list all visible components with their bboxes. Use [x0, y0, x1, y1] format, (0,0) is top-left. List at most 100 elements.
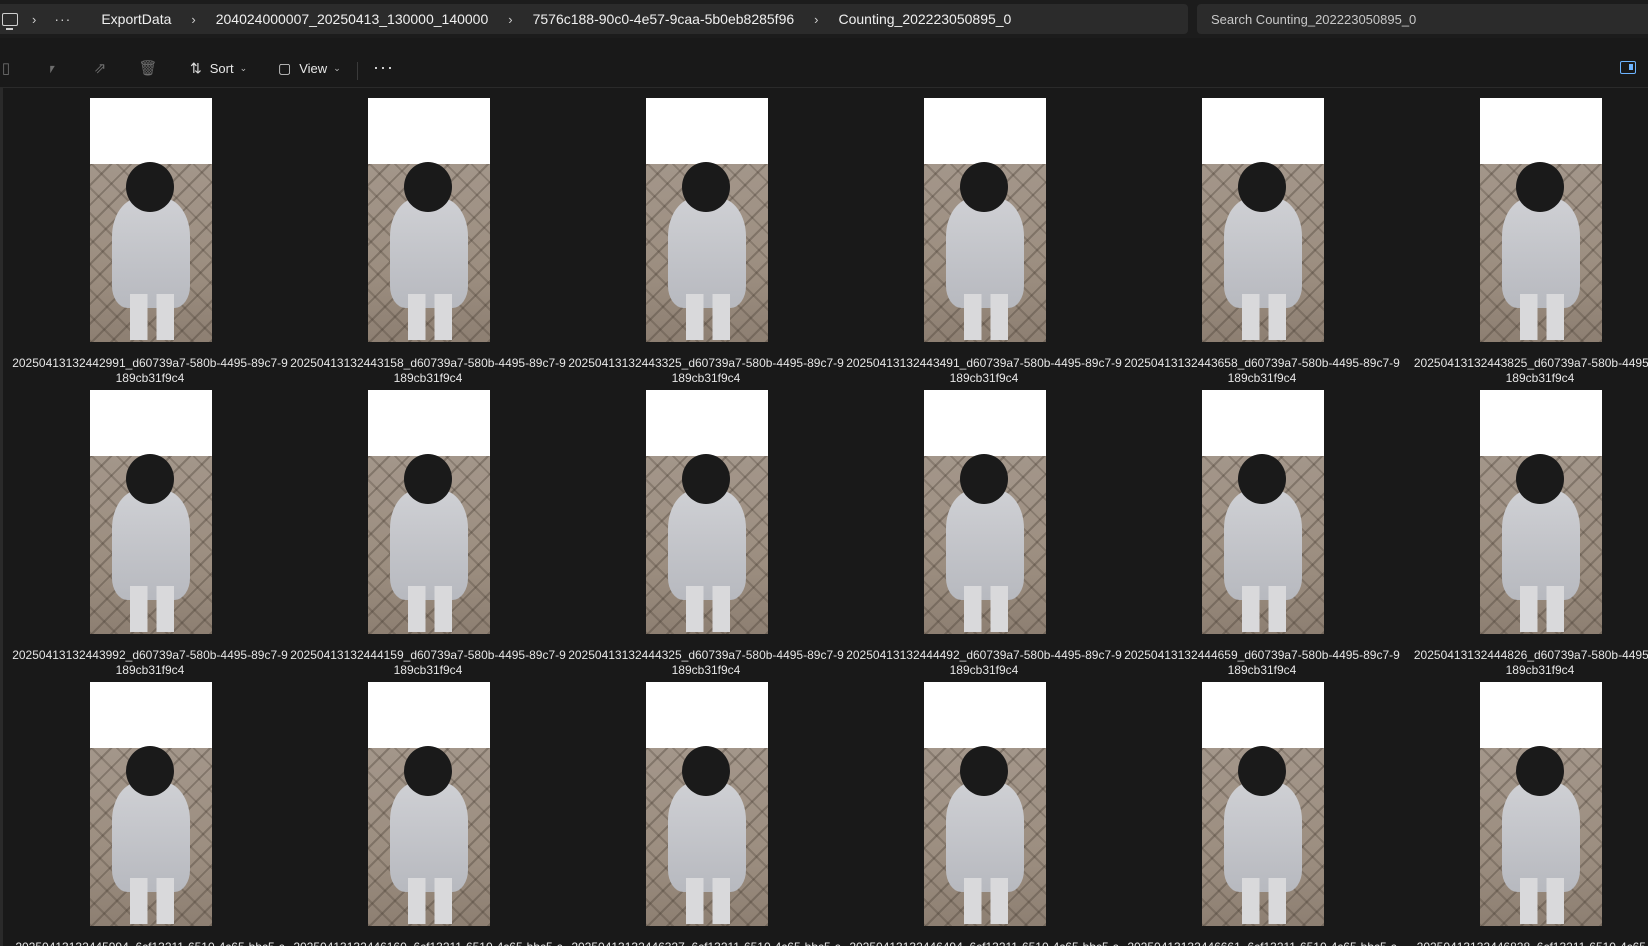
sort-label: Sort — [209, 60, 234, 76]
file-thumbnail[interactable] — [646, 682, 768, 926]
file-name-line1: 20250413132443992_d60739a7-580b-4495-89c… — [12, 648, 288, 662]
file-name[interactable]: 20250413132444325_d60739a7-580b-4495-89c… — [556, 648, 856, 678]
file-item[interactable]: 20250413132443325_d60739a7-580b-4495-89c… — [556, 98, 844, 388]
file-thumbnail[interactable] — [90, 682, 212, 926]
file-name[interactable]: 20250413132446160_6cf13211-6510-4c65-bbc… — [278, 940, 578, 946]
file-item[interactable]: 20250413132444492_d60739a7-580b-4495-89c… — [834, 390, 1122, 680]
file-name-line1: 20250413132443158_d60739a7-580b-4495-89c… — [290, 356, 566, 370]
thumbnail-person-head — [682, 746, 730, 796]
file-thumbnail[interactable] — [368, 390, 490, 634]
file-name-line1: 20250413132446661_6cf13211-6510-4c65-bbc… — [1112, 940, 1412, 946]
breadcrumb-exportdata[interactable]: ExportData — [95, 11, 177, 27]
file-name[interactable]: 20250413132442991_d60739a7-580b-4495-89c… — [0, 356, 300, 386]
breadcrumb-guid[interactable]: 7576c188-90c0-4e57-9caa-5b0eb8285f96 — [527, 11, 801, 27]
file-name[interactable]: 20250413132446327_6cf13211-6510-4c65-bbc… — [556, 940, 856, 946]
file-item[interactable]: 20250413132446160_6cf13211-6510-4c65-bbc… — [278, 682, 563, 946]
file-thumbnail[interactable] — [646, 390, 768, 634]
breadcrumb-counting[interactable]: Counting_202223050895_0 — [833, 11, 1018, 27]
thumbnail-person-head — [404, 162, 452, 212]
thumbnail-person-head — [1516, 454, 1564, 504]
thumbnail-blank-area — [368, 390, 490, 456]
file-name[interactable]: 20250413132443825_d60739a7-580b-4495-89 1… — [1390, 356, 1648, 386]
rename-icon[interactable]: ⎖ — [42, 58, 62, 78]
file-name[interactable]: 20250413132443158_d60739a7-580b-4495-89c… — [278, 356, 578, 386]
chevron-right-icon[interactable]: › — [177, 12, 209, 27]
file-name[interactable]: 20250413132444159_d60739a7-580b-4495-89c… — [278, 648, 578, 678]
address-bar[interactable]: › ··· ExportData › 204024000007_20250413… — [0, 4, 1188, 34]
file-item[interactable]: 20250413132442991_d60739a7-580b-4495-89c… — [0, 98, 288, 388]
thumbnail-person-head — [960, 162, 1008, 212]
file-item[interactable]: 20250413132443158_d60739a7-580b-4495-89c… — [278, 98, 566, 388]
paste-icon[interactable]: ▯ — [0, 58, 16, 78]
thumbnail-person-legs — [130, 294, 174, 340]
share-icon[interactable]: ⇗ — [90, 58, 110, 78]
view-icon: ▢ — [278, 59, 292, 76]
breadcrumb-session[interactable]: 204024000007_20250413_130000_140000 — [210, 11, 495, 27]
file-name[interactable]: 20250413132444826_d60739a7-580b-4495-89 1… — [1390, 648, 1648, 678]
pc-icon[interactable] — [2, 12, 18, 30]
file-item[interactable]: 20250413132446828_6cf13211-6510-4c65-bb — [1390, 682, 1648, 946]
file-item[interactable]: 20250413132444826_d60739a7-580b-4495-89 1… — [1390, 390, 1648, 680]
file-thumbnail[interactable] — [646, 98, 768, 342]
file-thumbnail[interactable] — [1202, 390, 1324, 634]
breadcrumb-overflow[interactable]: ··· — [50, 11, 75, 27]
thumbnail-person-legs — [130, 586, 174, 632]
search-input[interactable]: Search Counting_202223050895_0 — [1197, 4, 1648, 34]
more-options-button[interactable]: ··· — [373, 57, 394, 78]
file-thumbnail[interactable] — [924, 98, 1046, 342]
file-name[interactable]: 20250413132443992_d60739a7-580b-4495-89c… — [0, 648, 300, 678]
thumbnail-person-legs — [1242, 586, 1286, 632]
view-button[interactable]: ▢ View ⌄ — [278, 56, 341, 80]
file-name[interactable]: 20250413132446494_6cf13211-6510-4c65-bbc… — [834, 940, 1134, 946]
file-name-line1: 20250413132444659_d60739a7-580b-4495-89c… — [1124, 648, 1400, 662]
file-item[interactable]: 20250413132446327_6cf13211-6510-4c65-bbc… — [556, 682, 841, 946]
thumbnail-person-head — [1238, 454, 1286, 504]
file-item[interactable]: 20250413132443658_d60739a7-580b-4495-89c… — [1112, 98, 1400, 388]
thumbnail-blank-area — [1480, 390, 1602, 456]
thumbnail-person-head — [682, 454, 730, 504]
thumbnail-person-legs — [130, 878, 174, 924]
file-thumbnail[interactable] — [90, 98, 212, 342]
chevron-right-icon[interactable]: › — [800, 12, 832, 27]
sort-button[interactable]: ⇅ Sort ⌄ — [190, 56, 247, 80]
file-name[interactable]: 20250413132443325_d60739a7-580b-4495-89c… — [556, 356, 856, 386]
file-item[interactable]: 20250413132443992_d60739a7-580b-4495-89c… — [0, 390, 288, 680]
file-name[interactable]: 20250413132443658_d60739a7-580b-4495-89c… — [1112, 356, 1412, 386]
file-name-line1: 20250413132444492_d60739a7-580b-4495-89c… — [846, 648, 1122, 662]
file-name[interactable]: 20250413132444492_d60739a7-580b-4495-89c… — [834, 648, 1134, 678]
thumbnail-person-body — [668, 782, 746, 892]
file-item[interactable]: 20250413132443825_d60739a7-580b-4495-89 1… — [1390, 98, 1648, 388]
file-thumbnail[interactable] — [924, 682, 1046, 926]
file-thumbnail[interactable] — [368, 98, 490, 342]
details-pane-icon[interactable] — [1620, 61, 1636, 74]
file-name[interactable]: 20250413132443491_d60739a7-580b-4495-89c… — [834, 356, 1134, 386]
file-thumbnail[interactable] — [1480, 390, 1602, 634]
file-item[interactable]: 20250413132444159_d60739a7-580b-4495-89c… — [278, 390, 566, 680]
file-name[interactable]: 20250413132445994_6cf13211-6510-4c65-bbc… — [0, 940, 300, 946]
thumbnail-person-body — [1224, 782, 1302, 892]
file-thumbnail[interactable] — [924, 390, 1046, 634]
file-item[interactable]: 20250413132445994_6cf13211-6510-4c65-bbc… — [0, 682, 285, 946]
file-thumbnail[interactable] — [90, 390, 212, 634]
file-thumbnail[interactable] — [1480, 682, 1602, 926]
file-thumbnail[interactable] — [1202, 98, 1324, 342]
file-thumbnail[interactable] — [1202, 682, 1324, 926]
file-item[interactable]: 20250413132446494_6cf13211-6510-4c65-bbc… — [834, 682, 1119, 946]
file-name[interactable]: 20250413132444659_d60739a7-580b-4495-89c… — [1112, 648, 1412, 678]
file-name-line2: 189cb31f9c4 — [1227, 663, 1297, 677]
thumbnail-person-body — [1502, 198, 1580, 308]
file-name[interactable]: 20250413132446828_6cf13211-6510-4c65-bb — [1390, 940, 1648, 946]
file-thumbnail[interactable] — [368, 682, 490, 926]
delete-icon[interactable]: 🗑 — [138, 58, 158, 78]
thumbnail-person-body — [946, 490, 1024, 600]
file-thumbnail[interactable] — [1480, 98, 1602, 342]
thumbnail-blank-area — [1202, 390, 1324, 456]
chevron-right-icon[interactable]: › — [18, 12, 50, 27]
file-item[interactable]: 20250413132446661_6cf13211-6510-4c65-bbc… — [1112, 682, 1397, 946]
chevron-right-icon[interactable]: › — [494, 12, 526, 27]
file-name-line2: 189cb31f9c4 — [1505, 371, 1575, 385]
file-item[interactable]: 20250413132443491_d60739a7-580b-4495-89c… — [834, 98, 1122, 388]
file-item[interactable]: 20250413132444325_d60739a7-580b-4495-89c… — [556, 390, 844, 680]
file-name[interactable]: 20250413132446661_6cf13211-6510-4c65-bbc… — [1112, 940, 1412, 946]
file-item[interactable]: 20250413132444659_d60739a7-580b-4495-89c… — [1112, 390, 1400, 680]
